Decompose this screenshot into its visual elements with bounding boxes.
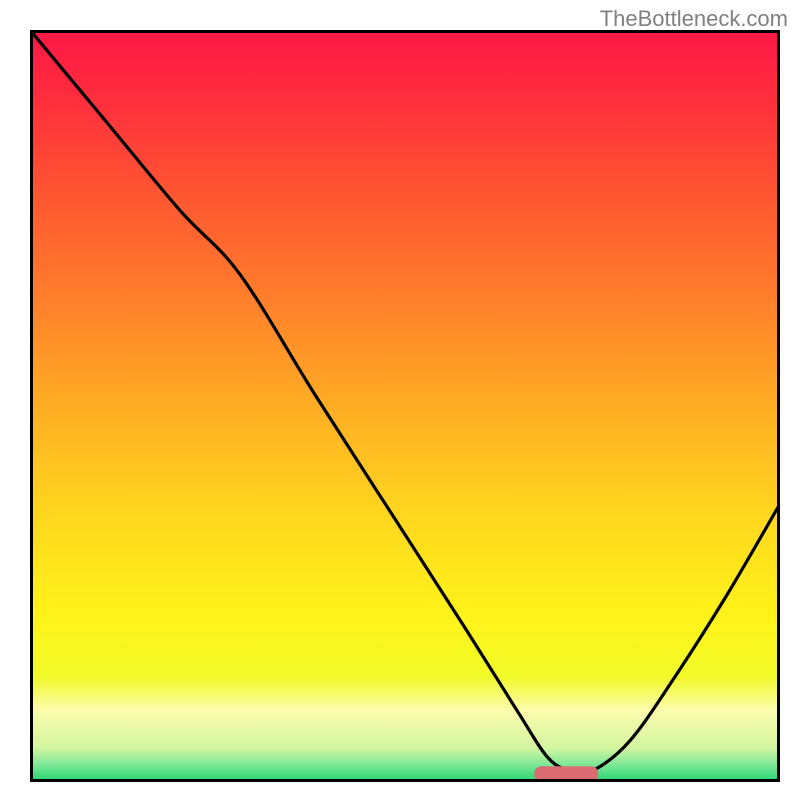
chart-container: TheBottleneck.com xyxy=(0,0,800,800)
watermark-text: TheBottleneck.com xyxy=(600,6,788,32)
chart-background xyxy=(30,30,780,782)
bottleneck-chart xyxy=(30,30,780,782)
